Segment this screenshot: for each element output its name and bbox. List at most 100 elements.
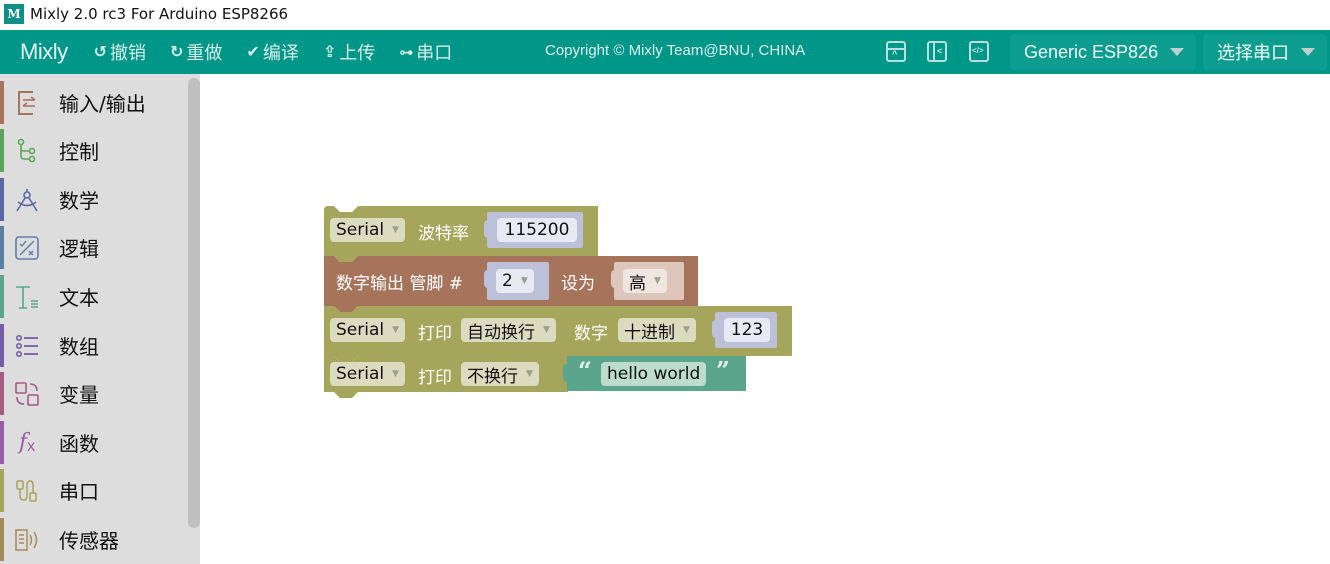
board-select[interactable]: Generic ESP8266	[1010, 34, 1196, 70]
print-label: 打印	[418, 368, 452, 388]
number-label: 数字	[574, 324, 608, 344]
serial-icon	[14, 478, 40, 504]
number-value-block[interactable]: 123	[712, 312, 777, 348]
close-quote-icon: ”	[716, 356, 730, 385]
serial-port-dropdown[interactable]: Serial ▼	[330, 318, 406, 342]
dropdown-arrow-icon: ▼	[543, 325, 550, 335]
category-math[interactable]: 数学	[0, 176, 188, 223]
baud-value-input[interactable]: 115200	[497, 218, 577, 242]
category-variable[interactable]: 变量	[0, 370, 188, 417]
dropdown-arrow-icon: ▼	[526, 369, 533, 379]
digital-write-label: 数字输出 管脚 #	[336, 274, 464, 294]
baud-value-block[interactable]: 115200	[484, 212, 583, 248]
category-color-bar	[0, 421, 4, 464]
sensor-icon	[14, 527, 40, 553]
serial-baud-block[interactable]: Serial ▼ 波特率 115200	[324, 206, 598, 262]
undo-icon: ↺	[93, 44, 108, 61]
compile-button[interactable]: ✔ 编译	[246, 39, 298, 65]
undo-button[interactable]: ↺ 撤销	[94, 39, 146, 65]
category-list[interactable]: 数组	[0, 322, 188, 369]
redo-icon: ↻	[170, 44, 184, 61]
io-icon	[14, 90, 40, 116]
category-io[interactable]: 输入/输出	[0, 79, 188, 126]
category-label: 控制	[59, 140, 99, 164]
category-color-bar	[0, 226, 4, 269]
category-serial[interactable]: 串口	[0, 467, 188, 514]
port-select[interactable]: 选择串口	[1203, 34, 1327, 70]
category-label: 文本	[59, 286, 99, 310]
category-logic[interactable]: 逻辑	[0, 224, 188, 271]
serial-port-value: Serial	[336, 320, 385, 340]
toolbox-sidebar: 输入/输出 控制 数学 逻辑 文本 数组 变量 f x 函数 串口 传感器	[0, 74, 200, 564]
serial-port-dropdown[interactable]: Serial ▼	[330, 362, 406, 386]
text-string-block[interactable]: “ hello world ”	[563, 356, 746, 391]
function-icon: fx	[18, 430, 36, 455]
dropdown-arrow-icon: ▼	[683, 325, 690, 335]
baud-value: 115200	[504, 220, 570, 240]
chevron-down-icon	[1170, 48, 1184, 56]
text-value: hello world	[607, 364, 701, 384]
redo-label: 重做	[186, 43, 223, 63]
control-icon	[14, 138, 40, 164]
pin-value: 2	[502, 271, 513, 291]
category-label: 函数	[59, 432, 99, 456]
category-label: 数组	[59, 335, 99, 359]
dropdown-arrow-icon: ▼	[520, 276, 528, 286]
redo-button[interactable]: ↻ 重做	[170, 39, 222, 65]
category-text[interactable]: 文本	[0, 273, 188, 320]
category-color-bar	[0, 129, 4, 172]
number-value-input[interactable]: 123	[724, 318, 770, 342]
toggle-sidebar-icon[interactable]: <	[927, 41, 947, 62]
newline-mode-dropdown[interactable]: 自动换行 ▼	[461, 318, 556, 343]
category-label: 传感器	[59, 529, 119, 553]
usb-icon: ⊶	[399, 43, 414, 60]
newline-mode-dropdown[interactable]: 不换行 ▼	[461, 362, 539, 387]
chevron-down-icon	[1301, 48, 1315, 56]
baud-label: 波特率	[418, 224, 469, 244]
brand-logo[interactable]: Mixly	[20, 39, 68, 65]
category-color-bar	[0, 178, 4, 221]
serial-port-value: Serial	[336, 220, 385, 240]
state-value-block[interactable]: 高 ▼	[611, 262, 684, 300]
category-label: 输入/输出	[59, 92, 146, 116]
sidebar-scrollbar[interactable]	[188, 78, 200, 528]
category-color-bar	[0, 372, 4, 415]
number-base-dropdown[interactable]: 十进制 ▼	[618, 318, 696, 343]
serial-button[interactable]: ⊶ 串口	[399, 39, 452, 65]
pin-value-block[interactable]: 2 ▼	[484, 262, 549, 300]
serial-port-value: Serial	[336, 364, 385, 384]
code-view-icon[interactable]: </>	[969, 41, 989, 62]
open-quote-icon: “	[578, 356, 592, 385]
check-icon: ✔	[246, 44, 260, 61]
serial-port-dropdown[interactable]: Serial ▼	[330, 218, 406, 242]
window-titlebar: M Mixly 2.0 rc3 For Arduino ESP8266	[0, 0, 1330, 28]
dropdown-arrow-icon: ▼	[654, 276, 661, 286]
top-navbar: Mixly ↺ 撤销 ↻ 重做 ✔ 编译 ⇪ 上传 ⊶ 串口 Copyright…	[0, 30, 1330, 74]
category-control[interactable]: 控制	[0, 127, 188, 174]
serial-print-text-block[interactable]: Serial ▼ 打印 不换行 ▼ “ hello world ”	[324, 356, 746, 398]
undo-label: 撤销	[110, 43, 147, 63]
text-value-input[interactable]: hello world	[601, 362, 707, 386]
category-sensor[interactable]: 传感器	[0, 516, 188, 563]
upload-icon: ⇪	[322, 44, 337, 61]
category-label: 变量	[59, 383, 99, 407]
category-color-bar	[0, 81, 4, 124]
number-value: 123	[730, 320, 764, 340]
dropdown-arrow-icon: ▼	[392, 369, 400, 379]
digital-write-block[interactable]: 数字输出 管脚 # 2 ▼ 设为 高 ▼	[324, 256, 698, 312]
number-base-value: 十进制	[624, 322, 675, 343]
category-color-bar	[0, 324, 4, 367]
category-color-bar	[0, 275, 4, 318]
category-label: 数学	[59, 189, 99, 213]
category-function[interactable]: fx 函数	[0, 419, 188, 466]
pin-dropdown[interactable]: 2 ▼	[496, 269, 534, 293]
app-logo-icon: M	[4, 4, 24, 24]
set-to-label: 设为	[561, 274, 595, 294]
dropdown-arrow-icon: ▼	[392, 325, 400, 335]
category-color-bar	[0, 469, 4, 512]
serial-print-number-block[interactable]: Serial ▼ 打印 自动换行 ▼ 数字 十进制 ▼ 123	[324, 306, 792, 362]
newline-mode-value: 不换行	[467, 366, 518, 387]
state-dropdown[interactable]: 高 ▼	[623, 269, 667, 294]
upload-button[interactable]: ⇪ 上传	[323, 39, 375, 65]
toggle-bottom-panel-icon[interactable]: ^	[886, 41, 906, 62]
